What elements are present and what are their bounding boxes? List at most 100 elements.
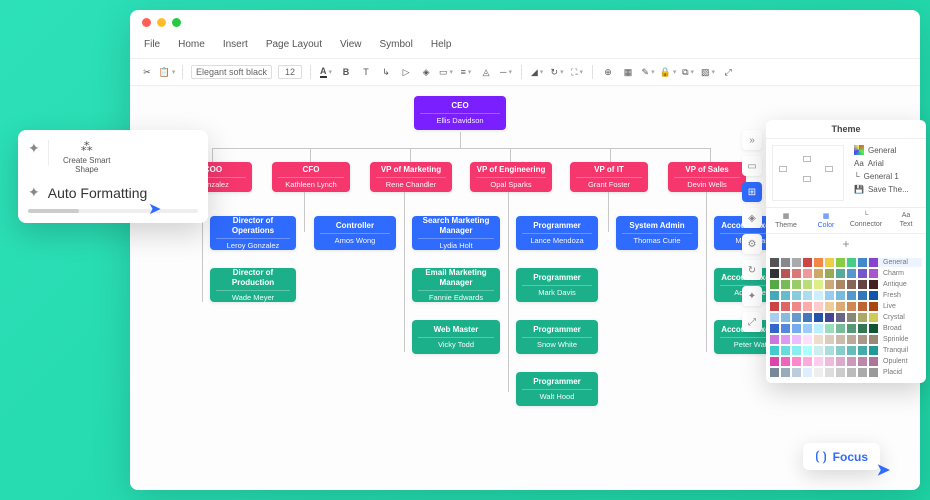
shape-icon[interactable]: ▭ bbox=[439, 65, 453, 79]
side-theme-icon[interactable]: ⊞ bbox=[742, 182, 762, 202]
swatch[interactable] bbox=[869, 302, 878, 311]
connector-icon[interactable]: ↳ bbox=[379, 65, 393, 79]
swatch[interactable] bbox=[770, 280, 779, 289]
min-dot[interactable] bbox=[157, 18, 166, 27]
group-icon[interactable]: ⧉ bbox=[681, 65, 695, 79]
palette-row[interactable]: Charm bbox=[770, 269, 922, 278]
node-controller[interactable]: ControllerAmos Wong bbox=[314, 216, 396, 250]
palette-row[interactable]: Crystal bbox=[770, 313, 922, 322]
node-email-mkt[interactable]: Email Marketing ManagerFannie Edwards bbox=[412, 268, 500, 302]
swatch[interactable] bbox=[858, 335, 867, 344]
menu-file[interactable]: File bbox=[144, 39, 160, 50]
swatch[interactable] bbox=[803, 313, 812, 322]
swatch[interactable] bbox=[814, 368, 823, 377]
bold-icon[interactable]: B bbox=[339, 65, 353, 79]
swatch[interactable] bbox=[825, 313, 834, 322]
slider[interactable] bbox=[28, 209, 198, 213]
swatch[interactable] bbox=[803, 280, 812, 289]
crop-icon[interactable]: ⛶ bbox=[570, 65, 584, 79]
menu-page-layout[interactable]: Page Layout bbox=[266, 39, 322, 50]
swatch[interactable] bbox=[781, 258, 790, 267]
palette-row[interactable]: Live bbox=[770, 302, 922, 311]
pointer-icon[interactable]: ▷ bbox=[399, 65, 413, 79]
grid-icon[interactable]: ▦ bbox=[621, 65, 635, 79]
swatch[interactable] bbox=[792, 324, 801, 333]
swatch[interactable] bbox=[858, 258, 867, 267]
node-programmer-2[interactable]: ProgrammerMark Davis bbox=[516, 268, 598, 302]
swatch[interactable] bbox=[770, 357, 779, 366]
swatch[interactable] bbox=[869, 313, 878, 322]
menu-help[interactable]: Help bbox=[431, 39, 452, 50]
swatch[interactable] bbox=[825, 258, 834, 267]
swatch[interactable] bbox=[847, 291, 856, 300]
cut-icon[interactable]: ✂ bbox=[140, 65, 154, 79]
triangle-icon[interactable]: ◬ bbox=[479, 65, 493, 79]
swatch[interactable] bbox=[825, 291, 834, 300]
swatch[interactable] bbox=[803, 302, 812, 311]
max-dot[interactable] bbox=[172, 18, 181, 27]
swatch[interactable] bbox=[858, 280, 867, 289]
node-search-mkt[interactable]: Search Marketing ManagerLydia Holt bbox=[412, 216, 500, 250]
swatch[interactable] bbox=[781, 368, 790, 377]
sparkle-small[interactable]: ✦ bbox=[28, 140, 40, 157]
swatch[interactable] bbox=[792, 357, 801, 366]
swatch[interactable] bbox=[803, 335, 812, 344]
pen-icon[interactable]: ✎ bbox=[641, 65, 655, 79]
swatch[interactable] bbox=[770, 368, 779, 377]
swatch[interactable] bbox=[803, 258, 812, 267]
swatch[interactable] bbox=[869, 258, 878, 267]
node-cfo[interactable]: CFOKathleen Lynch bbox=[272, 162, 350, 192]
swatch[interactable] bbox=[814, 346, 823, 355]
swatch[interactable] bbox=[814, 280, 823, 289]
swatch[interactable] bbox=[825, 269, 834, 278]
line-icon[interactable]: ─ bbox=[499, 65, 513, 79]
swatch[interactable] bbox=[858, 324, 867, 333]
swatch[interactable] bbox=[781, 280, 790, 289]
swatch[interactable] bbox=[869, 368, 878, 377]
swatch[interactable] bbox=[836, 368, 845, 377]
swatch[interactable] bbox=[803, 291, 812, 300]
swatch[interactable] bbox=[858, 368, 867, 377]
swatch[interactable] bbox=[825, 335, 834, 344]
swatch[interactable] bbox=[770, 324, 779, 333]
swatch[interactable] bbox=[792, 346, 801, 355]
swatch[interactable] bbox=[792, 258, 801, 267]
swatch[interactable] bbox=[825, 280, 834, 289]
swatch[interactable] bbox=[770, 313, 779, 322]
swatch[interactable] bbox=[781, 291, 790, 300]
text-color-icon[interactable]: A bbox=[319, 65, 333, 79]
swatch[interactable] bbox=[836, 335, 845, 344]
side-settings-icon[interactable]: ⚙ bbox=[742, 234, 762, 254]
opt-general1[interactable]: └General 1 bbox=[854, 172, 922, 181]
swatch[interactable] bbox=[803, 357, 812, 366]
swatch[interactable] bbox=[858, 313, 867, 322]
node-vp-sales[interactable]: VP of SalesDevin Wells bbox=[668, 162, 746, 192]
menu-view[interactable]: View bbox=[340, 39, 362, 50]
swatch[interactable] bbox=[836, 346, 845, 355]
paste-icon[interactable]: 📋 bbox=[160, 65, 174, 79]
zoom-icon[interactable]: ⊕ bbox=[601, 65, 615, 79]
swatch[interactable] bbox=[781, 313, 790, 322]
swatch[interactable] bbox=[847, 280, 856, 289]
tab-theme[interactable]: ▦Theme bbox=[766, 208, 806, 233]
swatch[interactable] bbox=[847, 335, 856, 344]
side-history-icon[interactable]: ↻ bbox=[742, 260, 762, 280]
swatch[interactable] bbox=[869, 357, 878, 366]
node-dir-ops[interactable]: Director of OperationsLeroy Gonzalez bbox=[210, 216, 296, 250]
swatch[interactable] bbox=[825, 357, 834, 366]
swatch[interactable] bbox=[814, 291, 823, 300]
opt-save[interactable]: 💾Save The... bbox=[854, 185, 922, 194]
align-icon[interactable]: ≡ bbox=[459, 65, 473, 79]
side-resize-icon[interactable]: ⤢ bbox=[742, 312, 762, 332]
side-ai-icon[interactable]: ✦ bbox=[742, 286, 762, 306]
swatch[interactable] bbox=[770, 302, 779, 311]
size-select[interactable]: 12 bbox=[278, 65, 302, 79]
swatch[interactable] bbox=[792, 291, 801, 300]
swatch[interactable] bbox=[792, 335, 801, 344]
swatch[interactable] bbox=[869, 269, 878, 278]
node-sysadmin[interactable]: System AdminThomas Curie bbox=[616, 216, 698, 250]
swatch[interactable] bbox=[847, 302, 856, 311]
swatch[interactable] bbox=[803, 368, 812, 377]
palette-row[interactable]: Fresh bbox=[770, 291, 922, 300]
opt-font[interactable]: AaArial bbox=[854, 159, 922, 168]
